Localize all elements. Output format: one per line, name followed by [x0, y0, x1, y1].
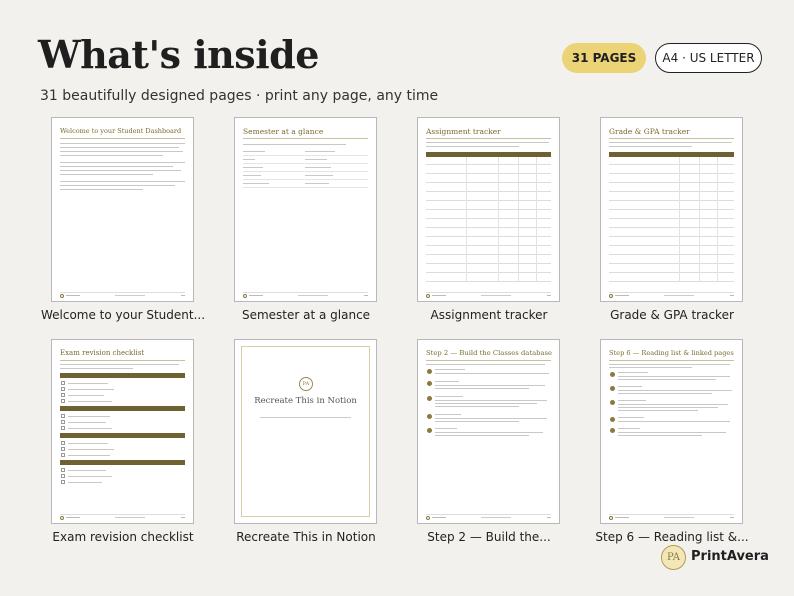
thumbnail-title: Semester at a glance: [243, 127, 324, 136]
thumbnail-title: Grade & GPA tracker: [609, 127, 690, 136]
divider: [426, 360, 551, 361]
thumbnail-footer: [426, 292, 551, 298]
subtitle-line: [260, 417, 351, 418]
thumbnail-title: Exam revision checklist: [60, 349, 145, 357]
caption-step2: Step 2 — Build the...: [427, 530, 551, 544]
divider: [426, 138, 551, 139]
page-subtitle: 31 beautifully designed pages · print an…: [40, 88, 439, 104]
thumbnail-footer: [609, 292, 734, 298]
caption-exam: Exam revision checklist: [52, 530, 194, 544]
caption-grade-gpa: Grade & GPA tracker: [610, 308, 734, 322]
table-header: [609, 152, 734, 157]
thumbnail-footer: [426, 514, 551, 520]
brand-logo-small: PA: [299, 377, 313, 391]
thumbnail-title: Assignment tracker: [426, 127, 501, 136]
page-thumbnail-grade-gpa[interactable]: Grade & GPA tracker: [600, 117, 743, 302]
section-header: [60, 373, 185, 378]
thumbnail-footer: [60, 514, 185, 520]
divider: [609, 138, 734, 139]
caption-assignment: Assignment tracker: [430, 308, 548, 322]
table-header: [426, 152, 551, 157]
page-title: What's inside: [38, 32, 319, 77]
thumbnail-title: Welcome to your Student Dashboard: [60, 127, 182, 135]
divider: [243, 138, 368, 139]
thumbnail-title: Step 6 — Reading list & linked pages: [609, 349, 734, 357]
divider: [60, 360, 185, 361]
thumbnail-title: Recreate This in Notion: [254, 396, 357, 406]
page-thumbnail-notion[interactable]: PA Recreate This in Notion: [234, 339, 377, 524]
page-thumbnail-step2[interactable]: Step 2 — Build the Classes database: [417, 339, 560, 524]
page-thumbnail-step6[interactable]: Step 6 — Reading list & linked pages: [600, 339, 743, 524]
page-thumbnail-exam[interactable]: Exam revision checklist: [51, 339, 194, 524]
thumbnail-footer: [609, 514, 734, 520]
section-header: [60, 406, 185, 411]
divider: [60, 138, 185, 139]
page-thumbnail-welcome[interactable]: Welcome to your Student Dashboard: [51, 117, 194, 302]
caption-welcome: Welcome to your Student...: [40, 308, 206, 322]
section-header: [60, 460, 185, 465]
brand-logo: PA: [661, 545, 686, 570]
page-thumbnail-semester[interactable]: Semester at a glance: [234, 117, 377, 302]
thumbnail-title: Step 2 — Build the Classes database: [426, 349, 553, 357]
brand-name: PrintAvera: [691, 549, 769, 564]
section-header: [60, 433, 185, 438]
page-thumbnail-assignment[interactable]: Assignment tracker: [417, 117, 560, 302]
paper-size-badge: A4 · US LETTER: [655, 43, 762, 73]
caption-semester: Semester at a glance: [241, 308, 371, 322]
thumbnail-footer: [243, 292, 368, 298]
caption-step6: Step 6 — Reading list &...: [595, 530, 749, 544]
caption-notion: Recreate This in Notion: [236, 530, 376, 544]
divider: [609, 360, 734, 361]
thumbnail-footer: [60, 292, 185, 298]
page-count-badge: 31 PAGES: [562, 43, 646, 73]
page-frame: [241, 346, 370, 517]
